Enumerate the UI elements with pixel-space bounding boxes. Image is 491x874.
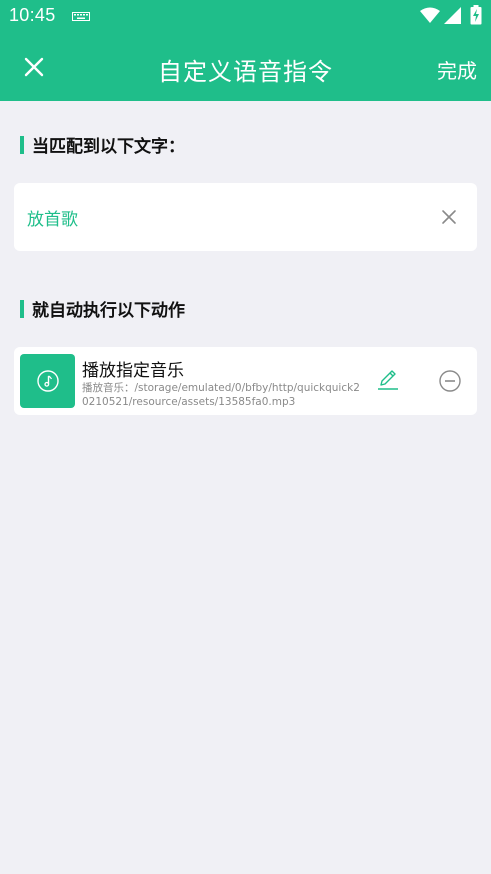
- status-bar: 10:45: [0, 0, 491, 33]
- edit-icon[interactable]: [376, 368, 400, 392]
- app-bar: 自定义语音指令 完成: [0, 33, 491, 101]
- action-section-title: 就自动执行以下动作: [32, 301, 185, 321]
- music-note-icon: [36, 370, 59, 392]
- trigger-section-title: 当匹配到以下文字：: [32, 137, 185, 157]
- action-title: 播放指定音乐: [82, 361, 184, 381]
- keyboard-icon: [72, 12, 90, 21]
- music-action-tile: [20, 354, 75, 408]
- page-title: 自定义语音指令: [158, 58, 333, 86]
- action-item[interactable]: 播放指定音乐 播放音乐：/storage/emulated/0/bfby/htt…: [14, 347, 477, 415]
- clear-icon[interactable]: [441, 209, 457, 225]
- battery-icon: [470, 5, 482, 25]
- section-accent-bar: [20, 299, 24, 318]
- action-section-header: 就自动执行以下动作: [20, 296, 185, 321]
- trigger-section-header: 当匹配到以下文字：: [20, 132, 185, 157]
- remove-icon[interactable]: [438, 369, 462, 393]
- section-accent-bar: [20, 135, 24, 154]
- signal-icon: [444, 7, 461, 24]
- trigger-phrase-card[interactable]: 放首歌: [14, 183, 477, 251]
- wifi-icon: [420, 7, 440, 23]
- action-description: 播放音乐：/storage/emulated/0/bfby/http/quick…: [82, 382, 360, 408]
- done-button[interactable]: 完成: [437, 55, 477, 84]
- status-time: 10:45: [9, 5, 56, 25]
- trigger-phrase[interactable]: 放首歌: [27, 205, 78, 230]
